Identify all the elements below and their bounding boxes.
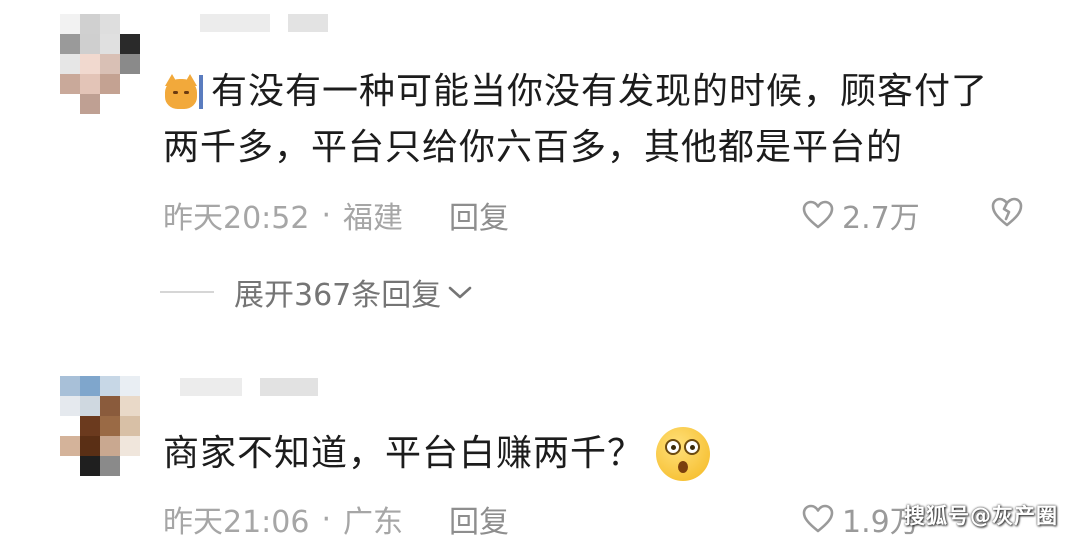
comment-time: 昨天21:06	[163, 505, 310, 537]
comment-location: 福建	[343, 201, 404, 236]
dislike-button[interactable]	[990, 196, 1024, 232]
reply-button[interactable]: 回复	[449, 193, 509, 237]
username-blurred[interactable]	[200, 14, 328, 32]
meta-separator: ·	[321, 197, 332, 233]
comment-location: 广东	[343, 505, 404, 537]
divider-line	[160, 291, 214, 293]
avatar[interactable]	[60, 14, 140, 114]
like-count: 2.7万	[842, 201, 920, 236]
like-button[interactable]: 1.9万	[802, 499, 920, 537]
heart-icon	[802, 200, 834, 229]
comment-time: 昨天20:52	[163, 201, 310, 236]
username-blurred[interactable]	[180, 378, 318, 396]
comment-text: 有没有一种可能当你没有发现的时候，顾客付了 两千多，平台只给你六百多，其他都是平…	[163, 64, 1043, 176]
expand-replies-label: 展开367条回复	[234, 278, 442, 313]
heart-icon	[802, 504, 834, 533]
comment-meta: 昨天20:52 · 福建 回复	[163, 193, 509, 237]
expand-replies-button[interactable]: 展开367条回复	[160, 272, 473, 313]
comment-meta: 昨天21:06 · 广东 回复	[163, 499, 509, 537]
comment-text-line: 有没有一种可能当你没有发现的时候，顾客付了	[211, 71, 989, 112]
shocked-face-emoji-icon	[656, 427, 711, 481]
meta-separator: ·	[321, 501, 332, 537]
broken-heart-icon	[991, 197, 1023, 227]
comment-text: 商家不知道，平台白赚两千？	[163, 426, 711, 482]
chevron-down-icon	[448, 286, 472, 299]
cat-emoji-icon	[163, 73, 203, 111]
comment-item: 有没有一种可能当你没有发现的时候，顾客付了 两千多，平台只给你六百多，其他都是平…	[0, 0, 1080, 330]
avatar[interactable]	[60, 376, 140, 476]
reply-button[interactable]: 回复	[449, 497, 509, 537]
comment-text-line: 商家不知道，平台白赚两千？	[163, 433, 645, 474]
watermark: 搜狐号@灰产圈	[904, 504, 1058, 528]
like-button[interactable]: 2.7万	[802, 195, 920, 236]
comment-text-line: 两千多，平台只给你六百多，其他都是平台的	[163, 127, 904, 168]
